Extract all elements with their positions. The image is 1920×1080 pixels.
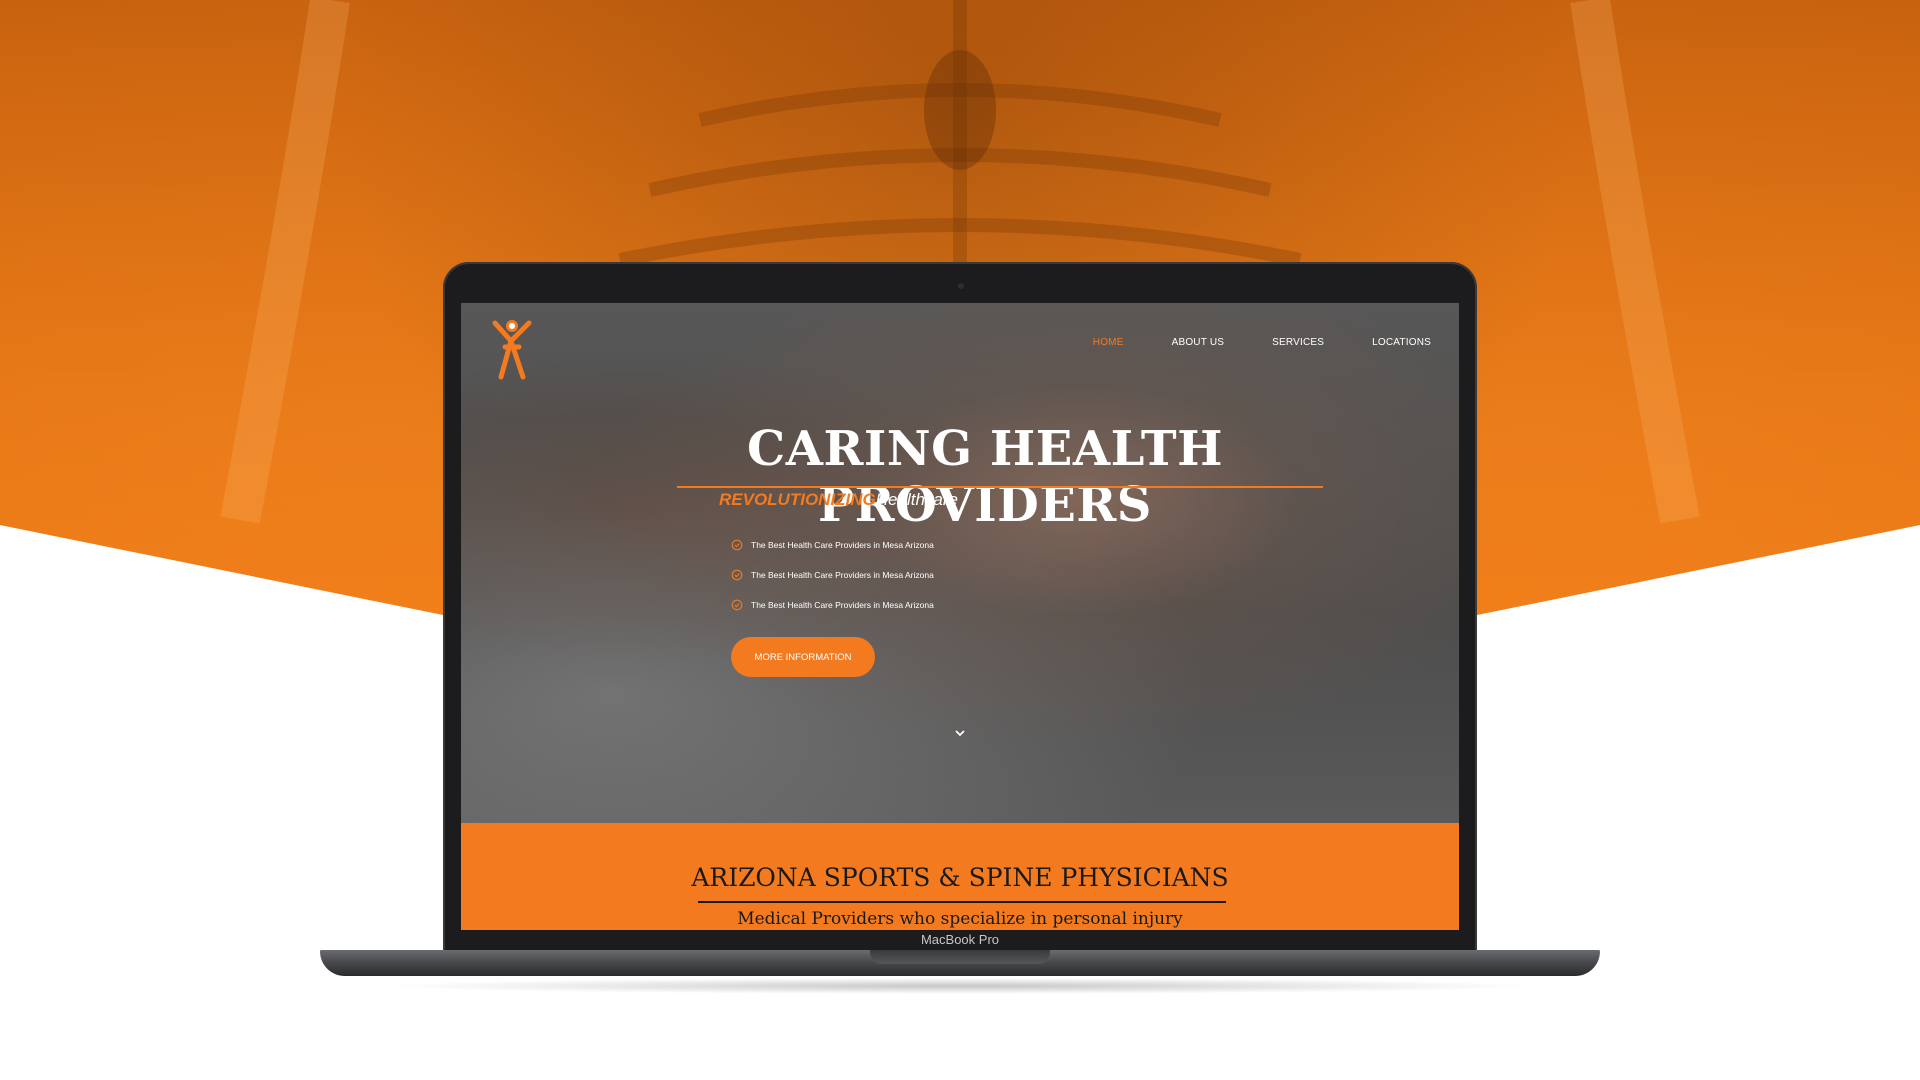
laptop-screen: HOME ABOUT US SERVICES LOCATIONS CARING … (461, 303, 1459, 930)
main-nav: HOME ABOUT US SERVICES LOCATIONS (1045, 337, 1431, 348)
laptop-notch (870, 950, 1050, 964)
nav-home[interactable]: HOME (1093, 337, 1124, 348)
device-label: MacBook Pro (920, 932, 1000, 947)
person-logo-icon[interactable] (489, 311, 537, 383)
hero-tagline: REVOLUTIONIZINGHealthcare (719, 490, 958, 510)
more-information-button[interactable]: MORE INFORMATION (731, 637, 875, 677)
hero-checklist: The Best Health Care Providers in Mesa A… (731, 530, 934, 620)
tagline-rest: Healthcare (875, 490, 958, 509)
laptop-shadow (380, 978, 1540, 994)
nav-locations[interactable]: LOCATIONS (1372, 337, 1431, 348)
check-circle-icon (731, 569, 743, 581)
list-item: The Best Health Care Providers in Mesa A… (731, 530, 934, 560)
list-item: The Best Health Care Providers in Mesa A… (731, 590, 934, 620)
section-title: ARIZONA SPORTS & SPINE PHYSICIANS (691, 863, 1229, 892)
checklist-text: The Best Health Care Providers in Mesa A… (751, 600, 934, 610)
about-section: ARIZONA SPORTS & SPINE PHYSICIANS Medica… (461, 823, 1459, 930)
nav-about-us[interactable]: ABOUT US (1172, 337, 1225, 348)
check-circle-icon (731, 599, 743, 611)
section-subtitle: Medical Providers who specialize in pers… (737, 909, 1183, 929)
nav-services[interactable]: SERVICES (1272, 337, 1324, 348)
tagline-accent: REVOLUTIONIZING (719, 490, 876, 509)
title-underline (677, 486, 1323, 488)
checklist-text: The Best Health Care Providers in Mesa A… (751, 540, 934, 550)
chevron-down-icon[interactable] (952, 727, 968, 739)
webcam (958, 283, 964, 289)
hero-section: HOME ABOUT US SERVICES LOCATIONS CARING … (461, 303, 1459, 823)
hero-title: CARING HEALTH PROVIDERS (747, 421, 1223, 533)
list-item: The Best Health Care Providers in Mesa A… (731, 560, 934, 590)
check-circle-icon (731, 539, 743, 551)
checklist-text: The Best Health Care Providers in Mesa A… (751, 570, 934, 580)
section-underline (698, 901, 1226, 903)
